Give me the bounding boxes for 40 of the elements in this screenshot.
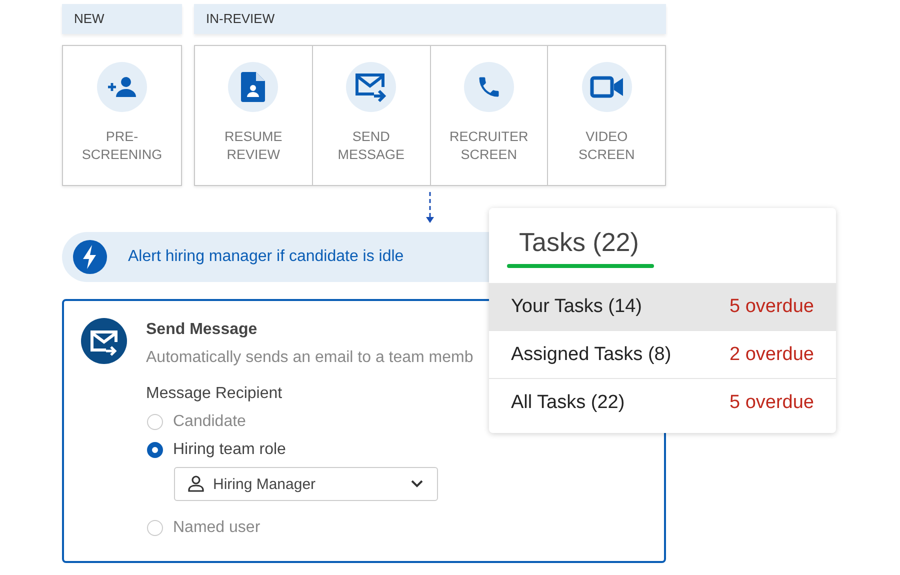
task-label: Assigned Tasks (8) <box>511 344 672 366</box>
radio-label: Hiring team role <box>173 441 286 459</box>
lightning-icon <box>72 239 108 275</box>
chevron-down-icon <box>411 480 423 488</box>
document-icon <box>241 72 266 102</box>
stage-label: RESUME REVIEW <box>224 128 282 164</box>
stage-label: RECRUITER SCREEN <box>449 128 528 164</box>
stage-tile[interactable]: RECRUITER SCREEN <box>430 46 548 185</box>
field-label: Message Recipient <box>146 385 284 403</box>
task-row[interactable]: Your Tasks (14) 5 overdue <box>489 283 836 330</box>
stage-group-header: IN-REVIEW <box>194 4 666 34</box>
overdue-count: 5 overdue <box>729 392 814 414</box>
radio-button[interactable] <box>147 442 163 458</box>
mail-send-icon <box>80 317 128 365</box>
task-row[interactable]: All Tasks (22) 5 overdue <box>489 378 836 426</box>
stage-label: VIDEO SCREEN <box>578 128 635 164</box>
connector-arrow <box>426 192 434 224</box>
radio-label: Named user <box>173 519 260 537</box>
radio-label: Candidate <box>173 413 246 431</box>
mail-send-icon <box>354 72 388 102</box>
task-label: Your Tasks (14) <box>511 296 642 318</box>
stage-group-header: NEW <box>62 4 182 34</box>
role-dropdown[interactable]: Hiring Manager <box>174 467 438 501</box>
stage-label: PRE- SCREENING <box>82 128 162 164</box>
person-icon <box>187 475 205 493</box>
video-camera-icon <box>590 76 624 98</box>
tasks-title: Tasks (22) <box>519 227 640 258</box>
task-row[interactable]: Assigned Tasks (8) 2 overdue <box>489 330 836 378</box>
task-label: All Tasks (22) <box>511 392 625 414</box>
card-title: Send Message <box>146 321 258 339</box>
card-description: Automatically sends an email to a team memb <box>146 349 474 367</box>
overdue-count: 5 overdue <box>729 296 814 318</box>
stage-tile[interactable]: RESUME REVIEW <box>195 46 312 185</box>
add-person-icon <box>106 75 138 99</box>
stage-tile[interactable]: PRE- SCREENING <box>63 46 181 185</box>
stage-tile[interactable]: SEND MESSAGE <box>312 46 430 185</box>
alert-text: Alert hiring manager if candidate is idle <box>128 248 404 266</box>
overdue-count: 2 overdue <box>729 344 814 366</box>
stage-label: SEND MESSAGE <box>338 128 405 164</box>
stage-tile[interactable]: VIDEO SCREEN <box>547 46 665 185</box>
